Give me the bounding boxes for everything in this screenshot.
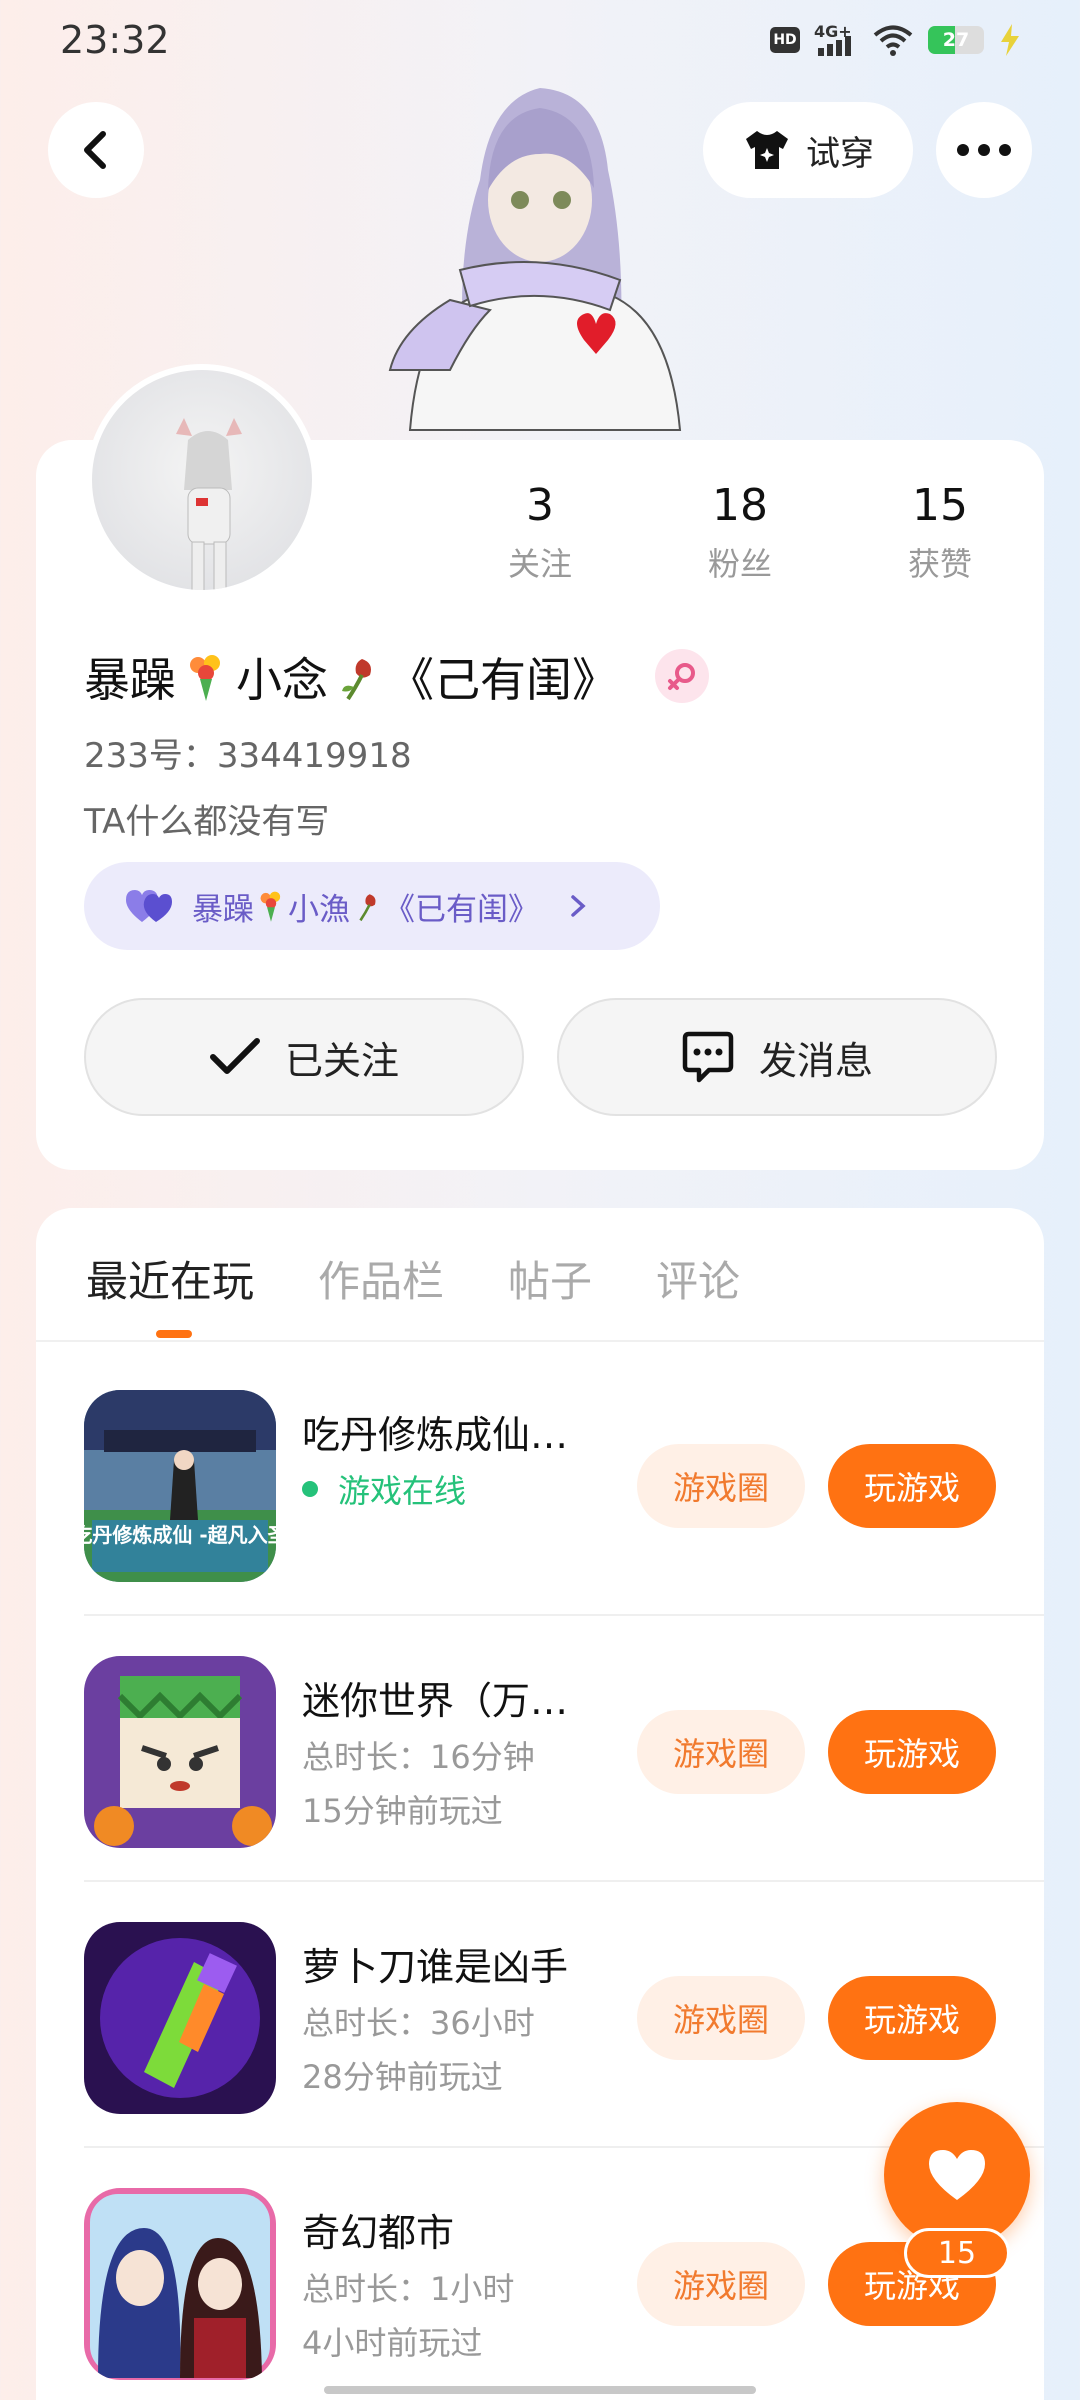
online-label: 游戏在线 [338, 1472, 467, 1510]
female-icon [668, 663, 695, 690]
tab-posts[interactable]: 帖子 [508, 1248, 592, 1309]
followers-label: 粉丝 [707, 545, 772, 583]
send-message-label: 发消息 [758, 1038, 873, 1083]
game-circle-button[interactable]: 游戏圈 [637, 1710, 805, 1794]
game-thumbnail: 吃丹修炼成仙 -超凡入圣 [84, 1390, 276, 1582]
online-dot-icon [302, 1481, 318, 1497]
following-count: 3 [526, 480, 554, 531]
bouquet-emoji-icon [190, 655, 220, 701]
wilted-rose-emoji-icon [359, 894, 376, 922]
battery-level: 27 [942, 29, 970, 51]
gender-badge [655, 649, 709, 703]
nickname-part-1: 暴躁 [84, 653, 176, 707]
try-on-label: 试穿 [806, 133, 874, 174]
stats-row: 3 关注 18 粉丝 15 获赞 [440, 480, 1040, 585]
tshirt-sparkle-icon [746, 131, 788, 169]
followed-button[interactable]: 已关注 [84, 998, 524, 1116]
total-play-time: 总时长：16分钟 [302, 1738, 535, 1776]
game-title: 吃丹修炼成仙… [302, 1413, 569, 1457]
double-heart-icon [126, 890, 172, 922]
game-icon-mini-world[interactable] [84, 1656, 276, 1848]
status-icons: HD 4G+ 27 [770, 22, 1022, 58]
charging-icon [1001, 24, 1019, 56]
likes-count: 15 [912, 480, 968, 531]
game-row[interactable]: 吃丹修炼成仙 -超凡入圣 吃丹修炼成仙… 游戏在线 游戏圈 玩游戏 [84, 1350, 1044, 1616]
game-row[interactable]: 迷你世界（万… 总时长：16分钟 15分钟前玩过 游戏圈 玩游戏 [84, 1616, 1044, 1882]
game-online-status: 游戏在线 [302, 1466, 466, 1512]
game-icon-radish-knife[interactable] [84, 1922, 276, 2114]
like-button[interactable] [884, 2102, 1030, 2248]
like-count-badge: 15 [904, 2228, 1010, 2278]
nickname: 暴躁 小念 《己有闺》 [84, 644, 618, 710]
cp-relation-pill[interactable]: 暴躁 小漁 《已有闺》 [84, 862, 660, 950]
cp-relation-label: 暴躁 小漁 《已有闺》 [192, 884, 539, 929]
heart-icon [929, 2150, 985, 2200]
chevron-right-icon [571, 895, 586, 917]
cp-part-1: 暴躁 [192, 891, 254, 928]
last-played: 4小时前玩过 [302, 2324, 483, 2362]
tab-comments[interactable]: 评论 [656, 1248, 740, 1309]
game-icon-fantasy-city[interactable] [84, 2188, 276, 2380]
game-thumbnail-text: 吃丹修炼成仙 -超凡入圣 [84, 1523, 276, 1547]
user-id: 233号：334419918 [84, 736, 412, 776]
game-circle-button[interactable]: 游戏圈 [637, 1444, 805, 1528]
more-button[interactable] [936, 102, 1032, 198]
total-play-time: 总时长：36小时 [302, 2004, 535, 2042]
stat-following[interactable]: 3 关注 [440, 480, 640, 585]
cellular-signal-icon: 4G+ [814, 22, 858, 58]
last-played: 28分钟前玩过 [302, 2058, 503, 2096]
stat-followers[interactable]: 18 粉丝 [640, 480, 840, 585]
game-title: 萝卜刀谁是凶手 [302, 1945, 569, 1989]
game-thumbnail [84, 1922, 276, 2114]
avatar-figure [388, 88, 682, 431]
game-title: 迷你世界（万… [302, 1679, 569, 1723]
chat-bubble-icon [682, 1031, 734, 1083]
likes-label: 获赞 [907, 545, 972, 583]
stat-likes[interactable]: 15 获赞 [840, 480, 1040, 585]
back-button[interactable] [48, 102, 144, 198]
status-time: 23:32 [60, 18, 170, 62]
cp-part-2: 小漁 [288, 891, 350, 928]
wifi-icon [873, 25, 913, 56]
cp-part-3: 《已有闺》 [384, 891, 539, 928]
checkmark-icon [209, 1038, 260, 1074]
game-circle-button[interactable]: 游戏圈 [637, 1976, 805, 2060]
tab-recently-played[interactable]: 最近在玩 [86, 1248, 254, 1309]
send-message-button[interactable]: 发消息 [557, 998, 997, 1116]
more-dots-icon [957, 144, 1011, 156]
hd-icon: HD [770, 27, 800, 53]
tabs-divider [36, 1340, 1044, 1342]
last-played: 15分钟前玩过 [302, 1792, 503, 1830]
home-indicator[interactable] [324, 2386, 756, 2394]
play-game-button[interactable]: 玩游戏 [828, 1976, 996, 2060]
game-circle-button[interactable]: 游戏圈 [637, 2242, 805, 2326]
total-play-time: 总时长：1小时 [302, 2270, 515, 2308]
play-game-button[interactable]: 玩游戏 [828, 1710, 996, 1794]
game-thumbnail [84, 2188, 276, 2380]
tab-works[interactable]: 作品栏 [318, 1248, 444, 1309]
game-thumbnail [84, 1656, 276, 1848]
nickname-part-2: 小念 [236, 653, 328, 707]
following-label: 关注 [507, 545, 572, 583]
try-on-button[interactable]: 试穿 [703, 102, 913, 198]
nickname-part-3: 《己有闺》 [388, 653, 618, 707]
play-game-button[interactable]: 玩游戏 [828, 1444, 996, 1528]
battery-icon: 27 [928, 26, 984, 54]
bio: TA什么都没有写 [84, 802, 330, 842]
game-row[interactable]: 萝卜刀谁是凶手 总时长：36小时 28分钟前玩过 游戏圈 玩游戏 [84, 1882, 1044, 2148]
avatar[interactable] [86, 364, 318, 596]
bouquet-emoji-icon [260, 891, 281, 922]
game-icon-immortal[interactable]: 吃丹修炼成仙 -超凡入圣 [84, 1390, 276, 1582]
game-title: 奇幻都市 [302, 2211, 455, 2255]
wilted-rose-emoji-icon [342, 659, 371, 701]
tab-indicator [156, 1330, 192, 1338]
followed-label: 已关注 [284, 1038, 399, 1083]
chevron-left-icon [84, 131, 106, 169]
profile-tabs: 最近在玩 作品栏 帖子 评论 [86, 1248, 740, 1309]
followers-count: 18 [712, 480, 768, 531]
